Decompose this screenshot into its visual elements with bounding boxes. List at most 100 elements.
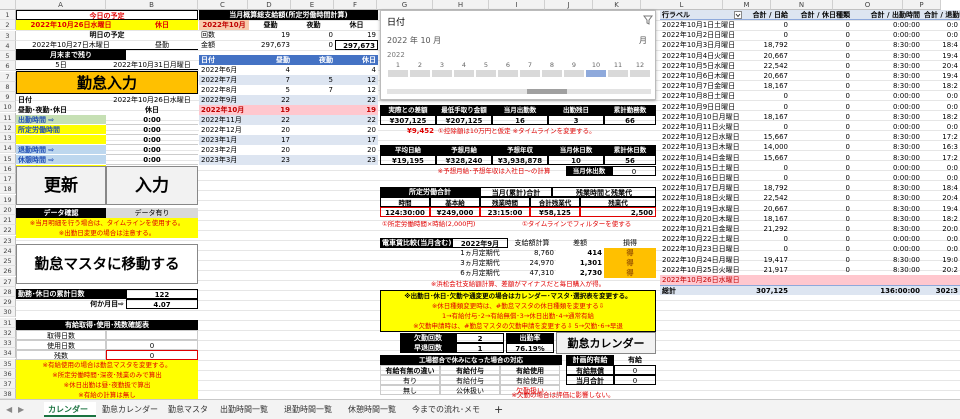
- attendance-calendar-button[interactable]: 勤怠カレンダー: [556, 332, 656, 354]
- date-timeline-slicer[interactable]: 日付 2022 年 10 月 月 2022 1 2 3 4 5 6 7 8 9 10 11 12: [380, 10, 656, 100]
- row-header[interactable]: 26: [0, 266, 16, 277]
- slicer-month-tile[interactable]: [454, 70, 474, 77]
- column-header[interactable]: O: [833, 0, 903, 10]
- slicer-month-tile[interactable]: [388, 70, 408, 77]
- column-header[interactable]: A: [16, 0, 106, 10]
- shift-value[interactable]: 休日: [106, 105, 198, 115]
- row-header[interactable]: 37: [0, 379, 16, 389]
- row-header[interactable]: 27: [0, 276, 16, 287]
- row-header[interactable]: 11: [0, 112, 16, 123]
- column-header[interactable]: P: [903, 0, 941, 10]
- slicer-month-tile[interactable]: [542, 70, 562, 77]
- payroll-table-hdr-date[interactable]: 日付: [199, 55, 249, 65]
- column-header[interactable]: F: [334, 0, 377, 10]
- slicer-month-tile[interactable]: [476, 70, 496, 77]
- row-header[interactable]: 35: [0, 358, 16, 369]
- row-header[interactable]: 16: [0, 163, 16, 174]
- row-header[interactable]: 1: [0, 10, 16, 20]
- row-header[interactable]: 19: [0, 194, 16, 205]
- row-header[interactable]: 2: [0, 20, 16, 31]
- row-header[interactable]: 32: [0, 327, 16, 338]
- payroll-table-hdr-day[interactable]: 昼勤: [249, 55, 292, 65]
- row-header[interactable]: 31: [0, 317, 16, 328]
- row-header[interactable]: 20: [0, 204, 16, 215]
- row-header[interactable]: 30: [0, 307, 16, 318]
- column-header[interactable]: J: [545, 0, 593, 10]
- row-header[interactable]: 18: [0, 184, 16, 195]
- sheet-tab[interactable]: 出勤時間一覧: [216, 402, 278, 417]
- row-header[interactable]: 21: [0, 215, 16, 225]
- payroll-table-hdr-night[interactable]: 夜勤: [292, 55, 335, 65]
- slicer-month-tile[interactable]: [410, 70, 430, 77]
- sheet-tab[interactable]: 退勤時間一覧: [280, 402, 342, 417]
- slicer-month-tile[interactable]: [564, 70, 584, 77]
- time-row-value[interactable]: 0:00: [106, 145, 198, 155]
- row-header[interactable]: 4: [0, 40, 16, 51]
- row-header[interactable]: 5: [0, 51, 16, 61]
- column-header[interactable]: M: [723, 0, 771, 10]
- row-header[interactable]: 22: [0, 225, 16, 236]
- row-header[interactable]: 38: [0, 389, 16, 400]
- row-header[interactable]: 12: [0, 122, 16, 133]
- sheet-tab[interactable]: 勤怠マスタ: [164, 402, 214, 417]
- row-header[interactable]: 13: [0, 133, 16, 143]
- row-header[interactable]: 14: [0, 143, 16, 154]
- sheet-tab[interactable]: 勤怠カレンダー: [98, 402, 162, 417]
- update-button[interactable]: 更新: [16, 166, 106, 205]
- payroll-table-hdr-off[interactable]: 休日: [335, 55, 378, 65]
- column-header[interactable]: G: [377, 0, 433, 10]
- row-header[interactable]: 10: [0, 102, 16, 113]
- slicer-month-tile[interactable]: [520, 70, 540, 77]
- row-header[interactable]: 6: [0, 61, 16, 72]
- time-row-value[interactable]: 0:00: [106, 155, 198, 165]
- column-header[interactable]: L: [641, 0, 723, 10]
- row-header[interactable]: 15: [0, 153, 16, 164]
- slicer-month-tile[interactable]: [630, 70, 650, 77]
- filter-clear-icon[interactable]: [643, 15, 653, 25]
- add-sheet-button[interactable]: +: [490, 402, 504, 417]
- slicer-scrollbar[interactable]: [387, 89, 651, 94]
- row-header[interactable]: 9: [0, 92, 16, 102]
- row-header[interactable]: 33: [0, 338, 16, 348]
- tab-next-icon[interactable]: ▶: [18, 405, 24, 414]
- row-header[interactable]: 7: [0, 71, 16, 82]
- note-timeline: ※当月明細を行う場合は、タイムラインを使用する。: [16, 218, 198, 228]
- row-header[interactable]: 23: [0, 235, 16, 246]
- tab-prev-icon[interactable]: ◀: [6, 405, 12, 414]
- row-header[interactable]: 36: [0, 368, 16, 379]
- slicer-month-tile[interactable]: [432, 70, 452, 77]
- filter-dropdown-icon[interactable]: [734, 11, 742, 19]
- column-header[interactable]: B: [106, 0, 198, 10]
- sheet-tab[interactable]: 休憩時間一覧: [344, 402, 406, 417]
- column-header[interactable]: C: [198, 0, 248, 10]
- row-header[interactable]: 25: [0, 256, 16, 266]
- pivot-hdr-rowlabel[interactable]: 行ラベル: [660, 10, 742, 20]
- move-to-master-button[interactable]: 勤怠マスタに移動する: [16, 244, 198, 284]
- row-header[interactable]: 3: [0, 30, 16, 41]
- slicer-unit-dropdown[interactable]: 月: [639, 35, 647, 46]
- slicer-month-tile[interactable]: [586, 70, 606, 77]
- sheet-tab[interactable]: 今までの流れ･メモ: [408, 402, 484, 417]
- row-header[interactable]: 28: [0, 286, 16, 297]
- select-all-corner[interactable]: [0, 0, 16, 10]
- slicer-month-tile[interactable]: [608, 70, 628, 77]
- sheet-tab[interactable]: カレンダー: [44, 402, 96, 417]
- row-header[interactable]: 29: [0, 297, 16, 307]
- row-header[interactable]: 17: [0, 174, 16, 184]
- row-header[interactable]: 24: [0, 245, 16, 256]
- column-header[interactable]: I: [489, 0, 545, 10]
- time-row-value[interactable]: 0:00: [106, 125, 198, 135]
- column-header[interactable]: H: [433, 0, 489, 10]
- slicer-scroll-thumb[interactable]: [527, 89, 567, 94]
- column-header[interactable]: N: [771, 0, 833, 10]
- slicer-month-tile[interactable]: [498, 70, 518, 77]
- time-row-value[interactable]: 0:00: [106, 135, 198, 145]
- column-header[interactable]: K: [593, 0, 641, 10]
- row-header[interactable]: 34: [0, 348, 16, 359]
- time-row-value[interactable]: 0:00: [106, 115, 198, 125]
- column-header[interactable]: E: [291, 0, 334, 10]
- input-button[interactable]: 入力: [106, 166, 198, 205]
- row-header[interactable]: 8: [0, 81, 16, 92]
- date-value[interactable]: 2022年10月26日水曜日: [106, 95, 198, 105]
- column-header[interactable]: D: [248, 0, 291, 10]
